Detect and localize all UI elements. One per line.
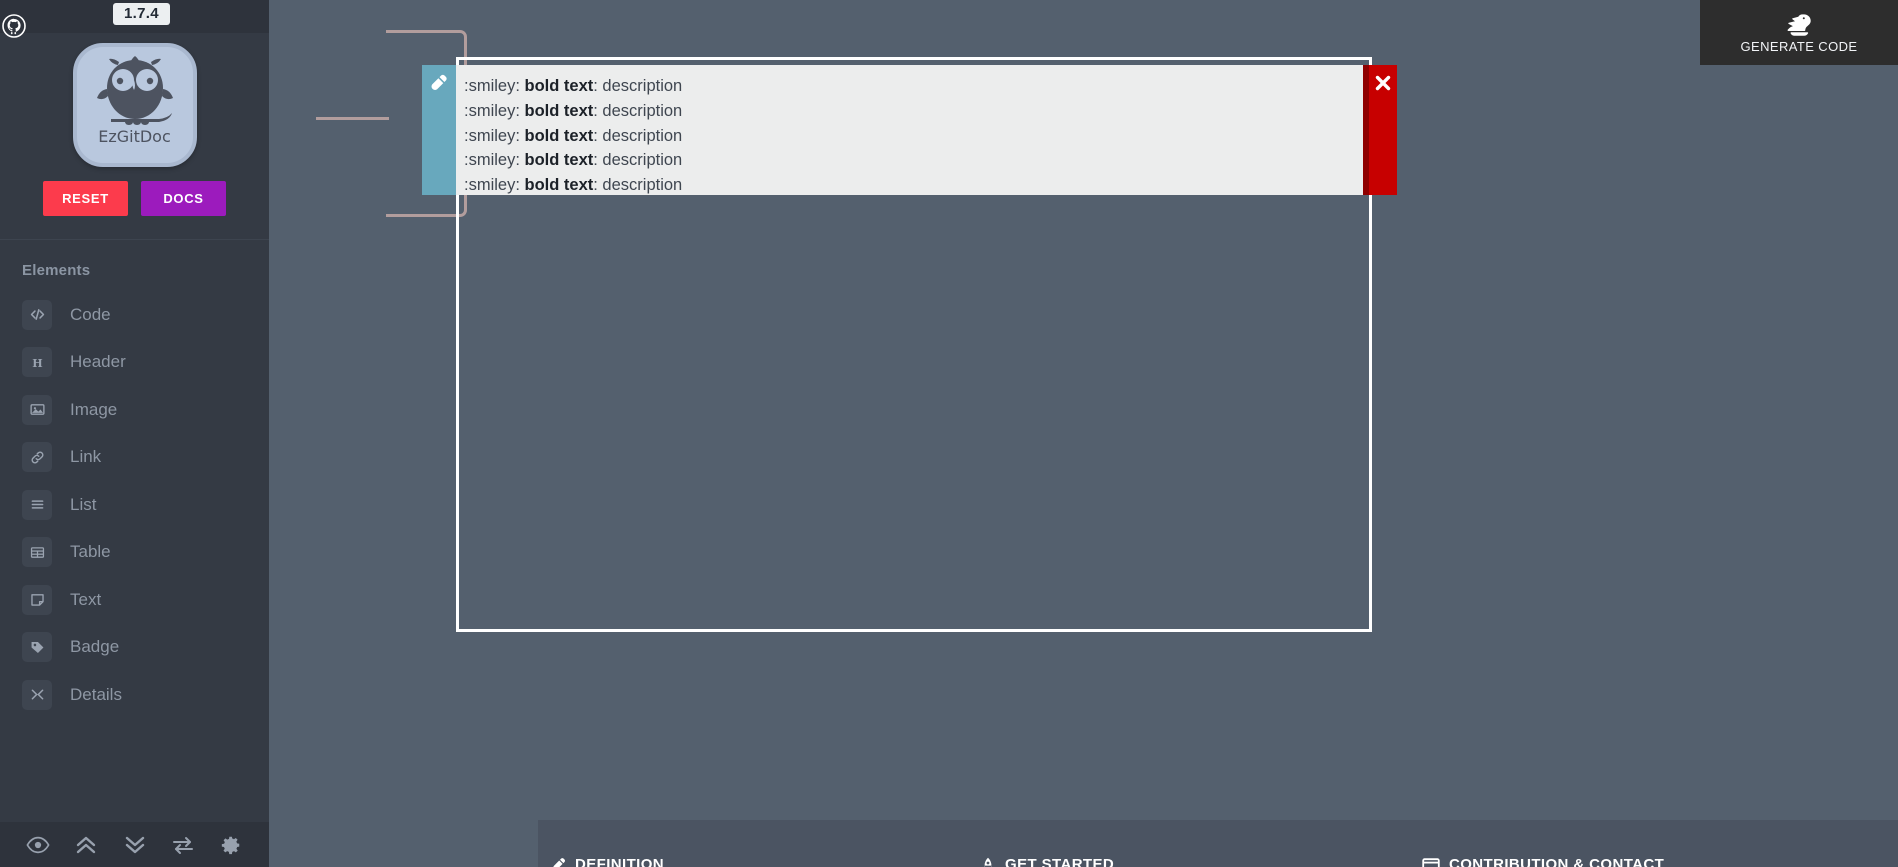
edit-element-button[interactable] xyxy=(422,65,456,195)
owl-icon xyxy=(96,56,173,125)
logo-wordmark: EzGitDoc xyxy=(98,127,171,146)
double-chevron-up-icon[interactable] xyxy=(62,822,110,867)
eye-icon[interactable] xyxy=(14,822,62,867)
app-logo: EzGitDoc xyxy=(72,43,197,167)
bottom-nav-label: DEFINITION xyxy=(575,856,664,867)
elements-title: Elements xyxy=(22,262,91,279)
badge-icon xyxy=(22,632,52,663)
sidebar-item-text[interactable]: Text xyxy=(0,576,269,624)
sidebar-item-label: Details xyxy=(70,684,122,704)
pencil-icon xyxy=(552,857,566,867)
sidebar-item-label: Badge xyxy=(70,637,120,657)
header-icon: H xyxy=(22,347,52,378)
reset-button[interactable]: RESET xyxy=(43,181,128,216)
sidebar-item-image[interactable]: Image xyxy=(0,386,269,434)
generate-code-label: GENERATE CODE xyxy=(1740,38,1858,54)
sidebar-item-code[interactable]: Code xyxy=(0,291,269,339)
text-icon xyxy=(22,584,52,615)
bottom-nav-get-started[interactable]: GET STARTED xyxy=(980,856,1114,867)
close-x-icon xyxy=(1373,73,1393,93)
sidebar-item-details[interactable]: Details xyxy=(0,671,269,719)
generate-code-button[interactable]: GENERATE CODE xyxy=(1700,0,1898,65)
code-icon xyxy=(22,299,52,330)
list-icon xyxy=(22,489,52,520)
sidebar: 1.7.4 EzGitDoc RESET DOCS Elements Code … xyxy=(0,0,269,867)
content-line: :smiley: bold text: description xyxy=(464,151,683,170)
docs-button[interactable]: DOCS xyxy=(141,181,226,216)
sidebar-item-label: Link xyxy=(70,447,102,467)
sidebar-brand: EzGitDoc RESET DOCS xyxy=(0,33,269,240)
sidebar-item-label: Header xyxy=(70,352,126,372)
sidebar-item-table[interactable]: Table xyxy=(0,529,269,577)
bottom-nav-definition[interactable]: DEFINITION xyxy=(552,856,664,867)
link-icon xyxy=(22,442,52,473)
editor-canvas: GENERATE CODE :smiley: bold text: descri… xyxy=(269,0,1898,867)
pencil-icon xyxy=(429,73,449,93)
content-line: :smiley: bold text: description xyxy=(464,176,683,195)
sidebar-item-label: List xyxy=(70,494,97,514)
brand-buttons: RESET DOCS xyxy=(43,181,226,216)
dragon-icon xyxy=(1782,12,1816,39)
content-line: :smiley: bold text: description xyxy=(464,77,683,95)
list-element-row: :smiley: bold text: description :smiley:… xyxy=(422,65,1397,195)
element-content[interactable]: :smiley: bold text: description :smiley:… xyxy=(456,65,1363,195)
sidebar-item-badge[interactable]: Badge xyxy=(0,624,269,672)
sidebar-topbar: 1.7.4 xyxy=(0,0,269,38)
sidebar-item-header[interactable]: H Header xyxy=(0,339,269,387)
bottom-nav-contribution-contact[interactable]: CONTRIBUTION & CONTACT xyxy=(1422,856,1664,867)
rocket-icon xyxy=(980,857,996,867)
bottom-nav-label: CONTRIBUTION & CONTACT xyxy=(1449,856,1665,867)
version-badge: 1.7.4 xyxy=(113,3,170,25)
window-icon xyxy=(1422,857,1440,867)
content-line: :smiley: bold text: description xyxy=(464,126,683,145)
sidebar-item-label: Code xyxy=(70,304,111,324)
bottom-nav-bar: DEFINITION GET STARTED CONTRIBUTION & CO… xyxy=(538,820,1898,867)
elements-section: Elements Code H Header Image Link List T… xyxy=(0,240,269,867)
sidebar-item-list[interactable]: List xyxy=(0,481,269,529)
delete-element-button[interactable] xyxy=(1363,65,1397,195)
details-icon xyxy=(22,679,52,710)
svg-text:H: H xyxy=(32,357,42,370)
element-group-connector xyxy=(316,117,389,120)
table-icon xyxy=(22,537,52,568)
github-icon[interactable] xyxy=(2,14,26,38)
sidebar-item-label: Image xyxy=(70,399,118,419)
swap-arrows-icon[interactable] xyxy=(159,822,207,867)
image-icon xyxy=(22,394,52,425)
content-line: :smiley: bold text: description xyxy=(464,101,683,120)
sidebar-footer-toolbar xyxy=(0,822,269,867)
sidebar-item-label: Table xyxy=(70,542,111,562)
sidebar-item-label: Text xyxy=(70,589,102,609)
gear-icon[interactable] xyxy=(207,822,255,867)
app-root: 1.7.4 EzGitDoc RESET DOCS Elements Code … xyxy=(0,0,1898,867)
bottom-nav-label: GET STARTED xyxy=(1005,856,1115,867)
double-chevron-down-icon[interactable] xyxy=(110,822,158,867)
sidebar-item-link[interactable]: Link xyxy=(0,434,269,482)
